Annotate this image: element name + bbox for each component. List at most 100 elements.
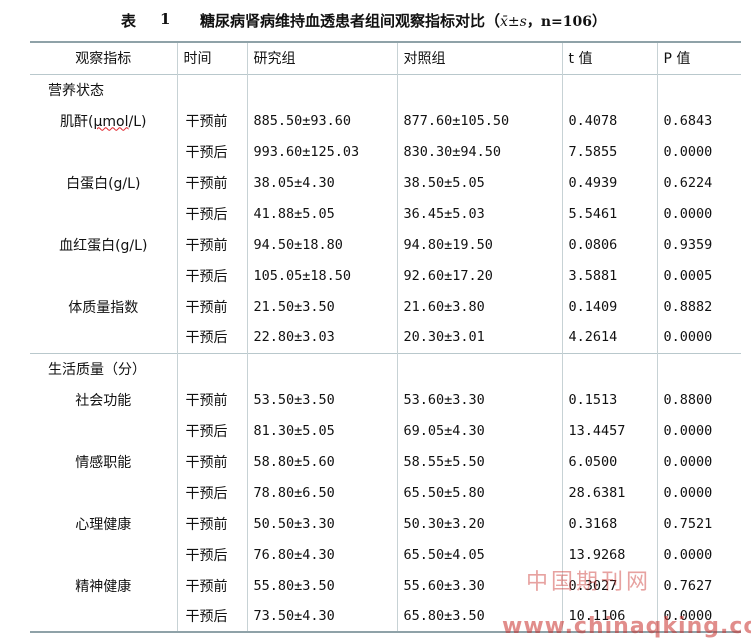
- p-value-cell: 0.8800: [656, 384, 741, 415]
- t-value-cell: 3.5881: [561, 260, 657, 291]
- empty-cell: [561, 74, 657, 105]
- header-time: 时间: [176, 42, 247, 74]
- control-cell: 53.60±3.30: [396, 384, 562, 415]
- indicator-cell: 社会功能: [75, 392, 132, 409]
- empty-cell: [246, 74, 397, 105]
- time-cell: 干预后: [176, 322, 247, 353]
- indicator-cell: [30, 539, 177, 570]
- table-row: 情感职能 干预前 58.80±5.60 58.55±5.50 6.0500 0.0000: [30, 446, 741, 477]
- caption-title-text: 糖尿病肾病维持血透患者组间观察指标对比（: [200, 12, 501, 30]
- study-cell: 21.50±3.50: [246, 291, 397, 322]
- time-cell: 干预前: [176, 105, 247, 136]
- indicator-cell: [30, 322, 177, 353]
- p-value-cell: 0.6224: [656, 167, 741, 198]
- control-cell: 58.55±5.50: [396, 446, 562, 477]
- time-cell: 干预前: [176, 446, 247, 477]
- p-value-cell: 0.0000: [656, 446, 741, 477]
- header-t: t 值: [561, 42, 657, 74]
- caption-number: 1: [160, 10, 171, 28]
- study-cell: 78.80±6.50: [246, 477, 397, 508]
- t-value-cell: 13.4457: [561, 415, 657, 446]
- table-row: 干预后 22.80±3.03 20.30±3.01 4.2614 0.0000: [30, 322, 741, 353]
- header-indicator: 观察指标: [75, 51, 132, 68]
- study-cell: 22.80±3.03: [246, 322, 397, 353]
- group-row: 营养状态: [30, 74, 741, 105]
- table-row: 干预后 76.80±4.30 65.50±4.05 13.9268 0.0000: [30, 539, 741, 570]
- group-row: 生活质量（分）: [30, 352, 741, 384]
- control-cell: 830.30±94.50: [396, 136, 562, 167]
- empty-cell: [396, 74, 562, 105]
- table-row: 体质量指数 干预前 21.50±3.50 21.60±3.80 0.1409 0.8882: [30, 291, 741, 322]
- control-cell: 92.60±17.20: [396, 260, 562, 291]
- study-cell: 76.80±4.30: [246, 539, 397, 570]
- empty-cell: [396, 352, 562, 384]
- caption-n: ，n=106）: [526, 14, 606, 30]
- study-cell: 38.05±4.30: [246, 167, 397, 198]
- p-value-cell: 0.8882: [656, 291, 741, 322]
- control-cell: 55.60±3.30: [396, 570, 562, 601]
- header-study: 研究组: [246, 42, 397, 74]
- study-cell: 885.50±93.60: [246, 105, 397, 136]
- p-value-cell: 0.0000: [656, 322, 741, 353]
- time-cell: 干预前: [176, 384, 247, 415]
- empty-cell: [561, 352, 657, 384]
- caption-label: 表: [121, 12, 137, 30]
- table-row: 血红蛋白(g/L) 干预前 94.50±18.80 94.80±19.50 0.0806…: [30, 229, 741, 260]
- indicator-cell: [30, 477, 177, 508]
- control-cell: 65.50±5.80: [396, 477, 562, 508]
- time-cell: 干预前: [176, 508, 247, 539]
- control-cell: 50.30±3.20: [396, 508, 562, 539]
- indicator-cell: [30, 198, 177, 229]
- control-cell: 94.80±19.50: [396, 229, 562, 260]
- study-cell: 58.80±5.60: [246, 446, 397, 477]
- time-cell: 干预后: [176, 601, 247, 633]
- study-cell: 50.50±3.30: [246, 508, 397, 539]
- table-row: 干预后 78.80±6.50 65.50±5.80 28.6381 0.0000: [30, 477, 741, 508]
- p-value-cell: 0.0000: [656, 601, 741, 633]
- control-cell: 20.30±3.01: [396, 322, 562, 353]
- control-cell: 877.60±105.50: [396, 105, 562, 136]
- t-value-cell: 0.4078: [561, 105, 657, 136]
- indicator-cell: 心理健康: [75, 516, 132, 533]
- p-value-cell: 0.0000: [656, 477, 741, 508]
- p-value-cell: 0.7627: [656, 570, 741, 601]
- table-row: 干预后 73.50±4.30 65.80±3.50 10.1106 0.0000: [30, 601, 741, 633]
- t-value-cell: 0.1513: [561, 384, 657, 415]
- table-caption: 表 1 糖尿病肾病维持血透患者组间观察指标对比（x̄±s，n=106）: [0, 6, 751, 30]
- indicator-cell: 血红蛋白(g/L): [59, 237, 148, 254]
- time-cell: 干预后: [176, 136, 247, 167]
- indicator-cell: [30, 415, 177, 446]
- indicator-cell: [30, 136, 177, 167]
- header-p: P 值: [656, 42, 741, 74]
- empty-cell: [176, 74, 247, 105]
- table-header: 观察指标 时间 研究组 对照组 t 值 P 值: [30, 42, 741, 74]
- t-value-cell: 7.5855: [561, 136, 657, 167]
- table-row: 肌酐(μmol/L) 干预前 885.50±93.60 877.60±105.50 0.…: [30, 105, 741, 136]
- table-row: 白蛋白(g/L) 干预前 38.05±4.30 38.50±5.05 0.4939 0.6…: [30, 167, 741, 198]
- time-cell: 干预后: [176, 198, 247, 229]
- table-row: 社会功能 干预前 53.50±3.50 53.60±3.30 0.1513 0.8800: [30, 384, 741, 415]
- time-cell: 干预前: [176, 570, 247, 601]
- spellcheck-underline: μmol: [93, 113, 129, 130]
- table-row: 心理健康 干预前 50.50±3.30 50.30±3.20 0.3168 0.7521: [30, 508, 741, 539]
- t-value-cell: 0.0806: [561, 229, 657, 260]
- study-cell: 41.88±5.05: [246, 198, 397, 229]
- control-cell: 36.45±5.03: [396, 198, 562, 229]
- table-row: 干预后 993.60±125.03 830.30±94.50 7.5855 0.0000: [30, 136, 741, 167]
- p-value-cell: 0.7521: [656, 508, 741, 539]
- study-cell: 105.05±18.50: [246, 260, 397, 291]
- indicator-cell: [30, 260, 177, 291]
- p-value-cell: 0.0000: [656, 539, 741, 570]
- indicator-cell: 精神健康: [75, 578, 132, 595]
- table-row: 精神健康 干预前 55.80±3.50 55.60±3.30 0.3027 0.7627: [30, 570, 741, 601]
- header-control: 对照组: [396, 42, 562, 74]
- table-body: 营养状态 肌酐(μmol/L) 干预前 885.50±93.60 877.60±105.…: [30, 74, 741, 633]
- t-value-cell: 0.3168: [561, 508, 657, 539]
- indicator-cell: 肌酐(μmol/L): [60, 113, 147, 130]
- t-value-cell: 0.4939: [561, 167, 657, 198]
- time-cell: 干预前: [176, 291, 247, 322]
- indicator-cell: [30, 601, 177, 633]
- group-label: 生活质量（分）: [30, 352, 177, 384]
- p-value-cell: 0.0000: [656, 136, 741, 167]
- time-cell: 干预后: [176, 415, 247, 446]
